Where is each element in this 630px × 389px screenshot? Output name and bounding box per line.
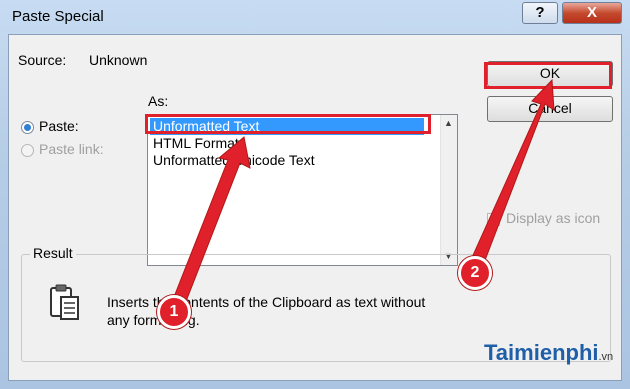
watermark-logo: Taimienphi.vn [484,340,613,366]
dialog-window: Paste Special ? X Source: Unknown As: Pa… [0,0,630,389]
watermark-suffix: .vn [598,351,614,363]
step-2-badge: 2 [458,256,492,290]
annotation-arrows [171,78,555,305]
arrow-to-format-icon [171,136,251,305]
arrow-to-ok-icon [469,78,555,269]
watermark-brand: Taimienphi [484,340,599,365]
step-1-badge: 1 [157,295,191,329]
